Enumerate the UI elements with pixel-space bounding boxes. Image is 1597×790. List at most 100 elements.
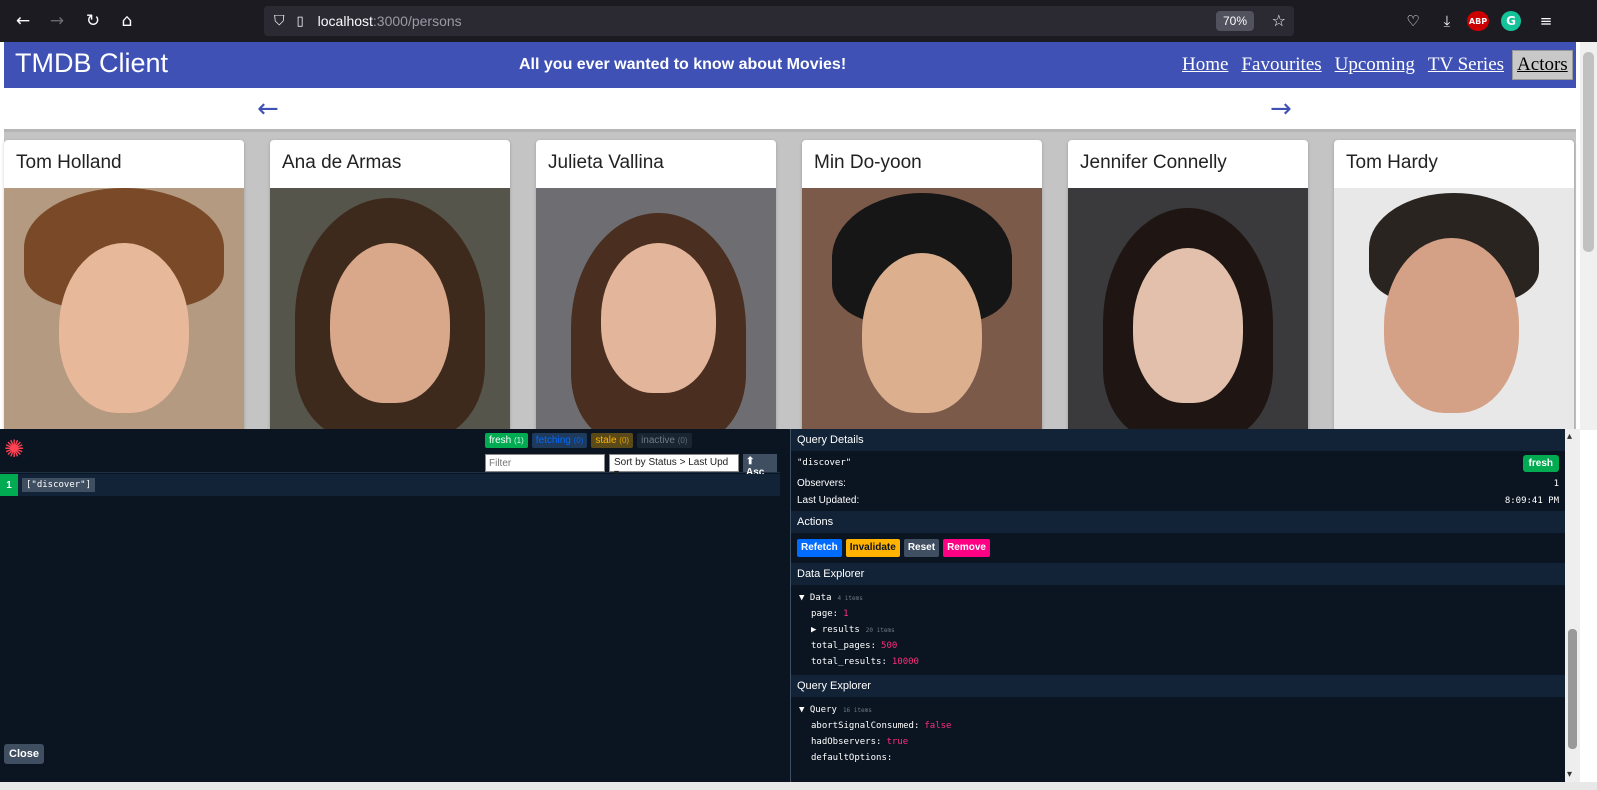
- invalidate-button[interactable]: Invalidate: [845, 539, 900, 557]
- main-menu: Home Favourites Upcoming TV Series Actor…: [1177, 50, 1576, 80]
- query-had-observers-line: hadObservers: true: [811, 737, 909, 747]
- actor-card[interactable]: Ana de Armas: [270, 140, 510, 430]
- pocket-icon[interactable]: ♡: [1403, 11, 1423, 31]
- menu-favourites[interactable]: Favourites: [1236, 50, 1326, 80]
- query-explorer-title: Query Explorer: [791, 675, 1565, 697]
- zoom-badge[interactable]: 70%: [1215, 11, 1254, 31]
- reload-icon[interactable]: ↻: [82, 10, 104, 32]
- page-scrollbar-thumb[interactable]: [1583, 52, 1594, 252]
- actor-name: Jennifer Connelly: [1080, 152, 1227, 173]
- browser-toolbar: ← → ↻ ⌂ ⛉ ▯ localhost:3000/persons 70% ☆…: [0, 0, 1597, 42]
- devtools-query-list-header: ✺ fresh (1) fetching (0) stale (0) inact…: [0, 429, 780, 479]
- url-text[interactable]: localhost:3000/persons: [318, 13, 462, 29]
- observers-line: Observers: 1: [791, 475, 1565, 492]
- scroll-up-icon[interactable]: ▴: [1567, 431, 1572, 442]
- menu-actors[interactable]: Actors: [1512, 50, 1573, 80]
- actor-photo[interactable]: [1068, 188, 1308, 430]
- actor-card[interactable]: Julieta Vallina: [536, 140, 776, 430]
- query-observer-count: 1: [0, 474, 18, 496]
- app-title: TMDB Client: [15, 48, 169, 78]
- menu-tv-series[interactable]: TV Series: [1423, 50, 1509, 80]
- horizontal-scrollbar[interactable]: [0, 782, 1597, 790]
- query-key: ["discover"]: [22, 478, 96, 492]
- fresh-badge: fresh (1): [485, 433, 528, 448]
- query-details-panel: Query Details "discover" fresh Observers…: [790, 429, 1565, 782]
- refetch-button[interactable]: Refetch: [797, 539, 842, 557]
- data-explorer: ▼ Data 4 items page: 1 ▶ results 20 items t…: [791, 585, 1565, 675]
- last-updated-value: 8:09:41 PM: [1504, 495, 1559, 506]
- actor-photo[interactable]: [4, 188, 244, 430]
- stale-badge: stale (0): [591, 433, 634, 448]
- actor-card[interactable]: Jennifer Connelly: [1068, 140, 1308, 430]
- react-query-devtools: ✺ fresh (1) fetching (0) stale (0) inact…: [0, 429, 1580, 782]
- page-scrollbar[interactable]: [1580, 42, 1597, 430]
- last-updated-label: Last Updated:: [797, 495, 860, 506]
- download-icon[interactable]: ⤓: [1437, 11, 1457, 31]
- actor-name: Julieta Vallina: [548, 152, 664, 173]
- sort-select[interactable]: Sort by Status > Last Upd ▾: [609, 454, 739, 479]
- page-icon: ▯: [296, 13, 304, 29]
- menu-hamburger-icon[interactable]: ≡: [1536, 11, 1556, 31]
- query-explorer: ▼ Query 16 items abortSignalConsumed: fals…: [791, 697, 1565, 771]
- url-host: localhost: [317, 13, 373, 29]
- app-header: TMDB Client All you ever wanted to know …: [4, 42, 1576, 88]
- adblock-icon[interactable]: ABP: [1467, 11, 1489, 31]
- scroll-down-icon[interactable]: ▾: [1567, 769, 1572, 780]
- inactive-badge: inactive (0): [637, 433, 692, 448]
- actor-photo[interactable]: [1334, 188, 1574, 430]
- fetching-badge: fetching (0): [531, 433, 588, 448]
- forward-icon[interactable]: →: [46, 10, 68, 32]
- sort-select-label: Sort by Status > Last Upd: [614, 457, 729, 468]
- filter-input[interactable]: [485, 454, 605, 472]
- data-root-line[interactable]: ▼ Data 4 items: [799, 590, 1557, 606]
- next-page-arrow-icon[interactable]: →: [1270, 94, 1292, 124]
- remove-button[interactable]: Remove: [943, 539, 990, 557]
- details-query-key: "discover": [797, 458, 852, 468]
- query-default-options-line[interactable]: defaultOptions:: [799, 750, 1557, 766]
- prev-page-arrow-icon[interactable]: ←: [257, 94, 279, 124]
- close-devtools-button[interactable]: Close: [4, 744, 44, 764]
- status-badges: fresh (1) fetching (0) stale (0) inactiv…: [485, 433, 692, 448]
- devtools-scrollbar-thumb[interactable]: [1568, 629, 1577, 749]
- grammarly-icon[interactable]: G: [1501, 11, 1521, 31]
- data-results-line[interactable]: ▶ results 20 items: [799, 622, 1557, 638]
- actor-name: Tom Hardy: [1346, 152, 1438, 173]
- data-total-pages-line: total_pages: 500: [811, 641, 898, 651]
- data-page-line: page: 1: [811, 609, 849, 619]
- pagination-bar: ← →: [4, 88, 1576, 132]
- query-root-line[interactable]: ▼ Query 16 items: [799, 702, 1557, 718]
- observers-label: Observers:: [797, 478, 846, 489]
- actions-title: Actions: [791, 511, 1565, 533]
- bookmark-star-icon[interactable]: ☆: [1272, 11, 1286, 30]
- app-tagline: All you ever wanted to know about Movies…: [519, 56, 847, 73]
- actor-card[interactable]: Min Do-yoon: [802, 140, 1042, 430]
- data-explorer-title: Data Explorer: [791, 563, 1565, 585]
- shield-icon[interactable]: ⛉: [274, 13, 285, 29]
- actor-card[interactable]: Tom Holland: [4, 140, 244, 430]
- address-bar[interactable]: ⛉ ▯ localhost:3000/persons 70% ☆: [264, 6, 1294, 36]
- query-abort-line: abortSignalConsumed: false: [811, 721, 952, 731]
- query-list-row[interactable]: 1 ["discover"]: [0, 474, 780, 496]
- actor-name: Ana de Armas: [282, 152, 402, 173]
- devtools-scrollbar[interactable]: ▴ ▾: [1565, 429, 1580, 782]
- last-updated-line: Last Updated: 8:09:41 PM: [791, 492, 1565, 509]
- data-total-results-line: total_results: 10000: [811, 657, 919, 667]
- details-status-pill: fresh: [1522, 454, 1559, 472]
- react-query-logo-icon[interactable]: ✺: [4, 435, 32, 463]
- actor-name: Tom Holland: [16, 152, 122, 173]
- menu-upcoming[interactable]: Upcoming: [1330, 50, 1420, 80]
- observers-value: 1: [1553, 478, 1559, 489]
- query-key-line: "discover" fresh: [791, 451, 1565, 475]
- actor-photo[interactable]: [802, 188, 1042, 430]
- actions-row: Refetch Invalidate Reset Remove: [791, 533, 1565, 563]
- back-icon[interactable]: ←: [12, 10, 34, 32]
- actor-name: Min Do-yoon: [814, 152, 922, 173]
- query-details-title: Query Details: [791, 429, 1565, 451]
- sort-asc-button[interactable]: ⬆ Asc: [743, 454, 777, 478]
- actor-photo[interactable]: [536, 188, 776, 430]
- actor-card[interactable]: Tom Hardy: [1334, 140, 1574, 430]
- home-icon[interactable]: ⌂: [116, 10, 138, 32]
- reset-button[interactable]: Reset: [903, 539, 940, 557]
- menu-home[interactable]: Home: [1177, 50, 1233, 80]
- actor-photo[interactable]: [270, 188, 510, 430]
